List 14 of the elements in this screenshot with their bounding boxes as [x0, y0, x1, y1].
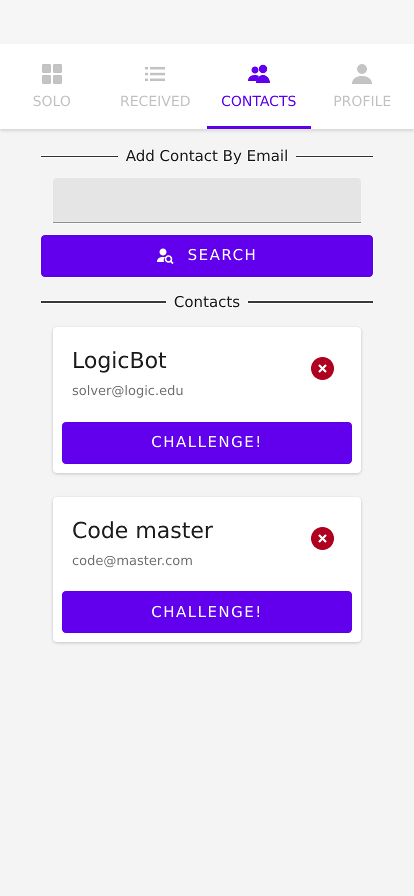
contact-email: solver@logic.edu	[72, 383, 184, 401]
search-button[interactable]: SEARCH	[41, 234, 373, 276]
remove-icon[interactable]	[311, 526, 334, 550]
section-heading: Contacts	[174, 292, 240, 312]
contact-email: code@master.com	[72, 552, 194, 570]
challenge-button[interactable]: CHALLENGE!	[62, 422, 352, 464]
contact-name: LogicBot	[72, 348, 168, 376]
contact-name: Code master	[72, 518, 213, 546]
remove-icon[interactable]	[311, 357, 334, 380]
section-heading: Add Contact By Email	[126, 146, 288, 167]
challenge-button[interactable]: CHALLENGE!	[62, 591, 352, 633]
email-field[interactable]	[53, 178, 361, 222]
person-search-icon	[156, 248, 174, 264]
tab[interactable]: CONTACTS	[207, 44, 310, 129]
